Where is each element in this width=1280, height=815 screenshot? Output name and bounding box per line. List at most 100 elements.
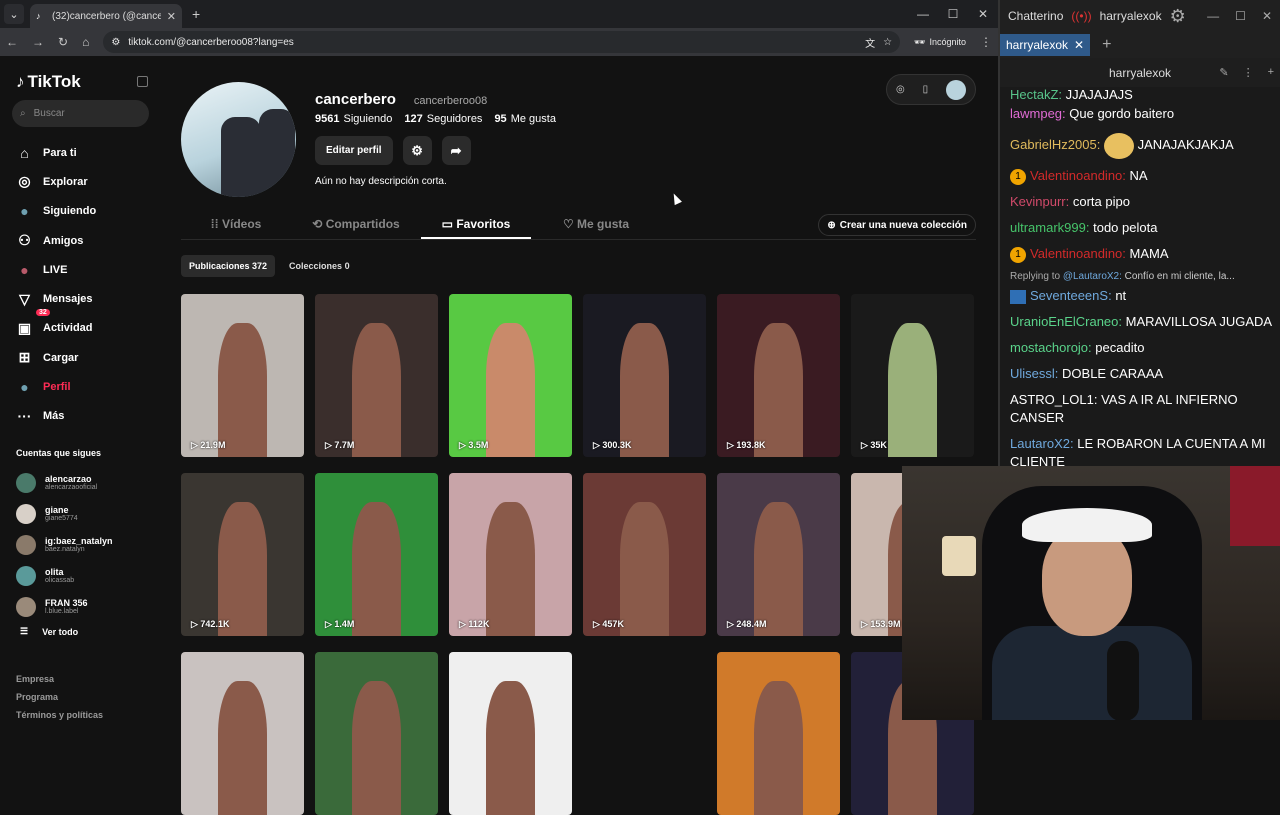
video-thumbnail[interactable] bbox=[583, 652, 706, 815]
chat-username[interactable]: Valentinoandino: bbox=[1030, 168, 1126, 183]
segment-posts[interactable]: Publicaciones 372 bbox=[181, 255, 276, 277]
footer-link-empresa[interactable]: Empresa bbox=[16, 670, 103, 688]
moderation-brush-icon[interactable]: ✎ bbox=[1219, 66, 1228, 79]
video-thumbnail[interactable]: ▷ 1.4M bbox=[315, 473, 438, 636]
followed-account[interactable]: FRAN 356 l.blue.label bbox=[16, 591, 156, 622]
video-thumbnail[interactable]: ▷ 21.9M bbox=[181, 294, 304, 457]
chat-message[interactable]: ultramark999: todo pelota bbox=[1010, 215, 1270, 241]
tab-favorites[interactable]: ▭ Favoritos bbox=[421, 208, 531, 239]
video-thumbnail[interactable] bbox=[315, 652, 438, 815]
nav-item-m-s[interactable]: ··· Más bbox=[16, 402, 96, 431]
nav-item-cargar[interactable]: ⊞ Cargar bbox=[16, 343, 96, 372]
tab-shared[interactable]: ⟲ Compartidos bbox=[291, 208, 421, 239]
video-thumbnail[interactable] bbox=[449, 652, 572, 815]
see-all-link[interactable]: ☰ Ver todo bbox=[16, 626, 156, 637]
add-tab-icon[interactable]: + bbox=[1102, 36, 1111, 54]
tab-liked[interactable]: ♡ Me gusta bbox=[531, 208, 661, 239]
browser-tab[interactable]: ♪ (32)cancerbero (@cancerbero0 ✕ bbox=[30, 4, 182, 28]
share-arrow-icon[interactable]: ➦ bbox=[441, 136, 471, 165]
home-icon[interactable]: ⌂ bbox=[82, 35, 89, 49]
followed-account[interactable]: olita olicassab bbox=[16, 560, 156, 591]
video-thumbnail[interactable]: ▷ 248.4M bbox=[717, 473, 840, 636]
chat-message[interactable]: lawmpeg: Que gordo baitero bbox=[1010, 101, 1270, 127]
forward-icon[interactable]: → bbox=[32, 35, 44, 49]
followed-account[interactable]: alencarzao alencarzaooficial bbox=[16, 467, 156, 498]
chat-message[interactable]: HectakZ: JJAJAJAJS bbox=[1010, 89, 1270, 101]
coin-icon[interactable]: ◎ bbox=[896, 84, 905, 95]
video-thumbnail[interactable]: ▷ 7.7M bbox=[315, 294, 438, 457]
video-thumbnail[interactable]: ▷ 3.5M bbox=[449, 294, 572, 457]
video-thumbnail[interactable] bbox=[717, 652, 840, 815]
site-info-icon[interactable]: ⚙ bbox=[111, 37, 120, 48]
translate-icon[interactable]: 文 bbox=[865, 35, 875, 50]
chat-username[interactable]: SeventeeenS: bbox=[1030, 288, 1112, 303]
close-window-icon[interactable]: ✕ bbox=[968, 0, 998, 28]
chat-username[interactable]: mostachorojo: bbox=[1010, 340, 1092, 355]
nav-item-mensajes[interactable]: ▽ Mensajes bbox=[16, 284, 96, 313]
bookmark-star-icon[interactable]: ☆ bbox=[883, 37, 892, 48]
minimize-icon[interactable]: — bbox=[1207, 9, 1219, 23]
new-tab-icon[interactable]: + bbox=[192, 6, 200, 22]
split-menu-icon[interactable]: ⋮ bbox=[1243, 66, 1254, 79]
video-thumbnail[interactable]: ▷ 457K bbox=[583, 473, 706, 636]
video-thumbnail[interactable]: ▷ 193.8K bbox=[717, 294, 840, 457]
chat-message[interactable]: UranioEnElCraneo: MARAVILLOSA JUGADA bbox=[1010, 309, 1272, 335]
footer-link-programa[interactable]: Programa bbox=[16, 688, 103, 706]
segment-collections[interactable]: Colecciones 0 bbox=[281, 255, 358, 277]
edit-profile-button[interactable]: Editar perfil bbox=[315, 136, 393, 165]
video-thumbnail[interactable]: ▷ 742.1K bbox=[181, 473, 304, 636]
chat-message[interactable]: GabrielHz2005: JANAJAKJAKJA bbox=[1010, 127, 1270, 163]
followed-account[interactable]: giane giane5774 bbox=[16, 498, 156, 529]
minimize-icon[interactable]: — bbox=[908, 0, 938, 28]
chat-message[interactable]: Ulisessl: DOBLE CARAAA bbox=[1010, 361, 1270, 387]
url-field[interactable]: ⚙ tiktok.com/@cancerberoo08?lang=es 文 ☆ bbox=[103, 31, 901, 53]
close-window-icon[interactable]: ✕ bbox=[1262, 9, 1272, 23]
chat-username[interactable]: ASTRO_LOL1: bbox=[1010, 392, 1097, 407]
profile-avatar[interactable] bbox=[181, 82, 296, 197]
incognito-indicator[interactable]: 🕶 Incógnito bbox=[914, 37, 966, 48]
chat-message[interactable]: 1 Valentinoandino: MAMA bbox=[1010, 241, 1270, 267]
back-icon[interactable]: ← bbox=[6, 35, 18, 49]
nav-item-explorar[interactable]: ◎ Explorar bbox=[16, 167, 96, 196]
nav-item-siguiendo[interactable]: ● Siguiendo bbox=[16, 197, 96, 226]
add-split-icon[interactable]: + bbox=[1268, 66, 1274, 79]
user-avatar-icon[interactable] bbox=[946, 79, 967, 100]
chat-message[interactable]: Replying to @LautaroX2: Confío en mi cli… bbox=[1010, 271, 1270, 309]
nav-item-perfil[interactable]: ● Perfil bbox=[16, 372, 96, 401]
video-thumbnail[interactable]: ▷ 300.3K bbox=[583, 294, 706, 457]
reload-icon[interactable]: ↻ bbox=[58, 35, 68, 49]
collapse-sidebar-icon[interactable] bbox=[137, 76, 148, 87]
maximize-icon[interactable]: ☐ bbox=[938, 0, 968, 28]
video-thumbnail[interactable]: ▷ 35K bbox=[851, 294, 974, 457]
settings-gear-icon[interactable]: ⚙ bbox=[1170, 6, 1186, 27]
tab-search-icon[interactable]: ⌄ bbox=[4, 4, 24, 24]
chat-username[interactable]: UranioEnElCraneo: bbox=[1010, 314, 1122, 329]
chat-message[interactable]: Kevinpurr: corta pipo bbox=[1010, 189, 1270, 215]
chat-tab[interactable]: harryalexok ✕ bbox=[1000, 34, 1091, 56]
following-stat[interactable]: 9561 Siguiendo bbox=[315, 113, 392, 125]
reply-context[interactable]: Replying to @LautaroX2: Confío en mi cli… bbox=[1010, 271, 1270, 283]
chat-username[interactable]: LautaroX2: bbox=[1010, 436, 1074, 451]
followers-stat[interactable]: 127 Seguidores bbox=[404, 113, 482, 125]
chat-username[interactable]: Kevinpurr: bbox=[1010, 194, 1069, 209]
nav-item-actividad[interactable]: ▣ 32 Actividad bbox=[16, 308, 96, 343]
nav-item-live[interactable]: ● LIVE bbox=[16, 255, 96, 284]
chat-username[interactable]: lawmpeg: bbox=[1010, 106, 1066, 121]
nav-item-amigos[interactable]: ⚇ Amigos bbox=[16, 226, 96, 255]
close-tab-icon[interactable]: ✕ bbox=[167, 10, 176, 23]
maximize-icon[interactable]: ☐ bbox=[1235, 9, 1246, 23]
chat-username[interactable]: ultramark999: bbox=[1010, 220, 1089, 235]
chat-message[interactable]: mostachorojo: pecadito bbox=[1010, 335, 1270, 361]
chat-username[interactable]: Valentinoandino: bbox=[1030, 246, 1126, 261]
new-collection-button[interactable]: ⊕ Crear una nueva colección bbox=[818, 214, 976, 236]
close-tab-icon[interactable]: ✕ bbox=[1074, 38, 1084, 52]
browser-menu-icon[interactable]: ⋮ bbox=[980, 35, 992, 49]
phone-icon[interactable]: ▯ bbox=[923, 84, 929, 95]
settings-gear-icon[interactable]: ⚙ bbox=[402, 136, 432, 165]
chat-username[interactable]: HectakZ: bbox=[1010, 89, 1062, 101]
chat-message[interactable]: 1 Valentinoandino: NA bbox=[1010, 163, 1270, 189]
tiktok-logo[interactable]: ♪ TikTok bbox=[16, 72, 81, 92]
footer-link-terms[interactable]: Términos y políticas bbox=[16, 706, 103, 724]
search-input[interactable]: ⌕ Buscar bbox=[12, 100, 149, 127]
video-thumbnail[interactable] bbox=[181, 652, 304, 815]
